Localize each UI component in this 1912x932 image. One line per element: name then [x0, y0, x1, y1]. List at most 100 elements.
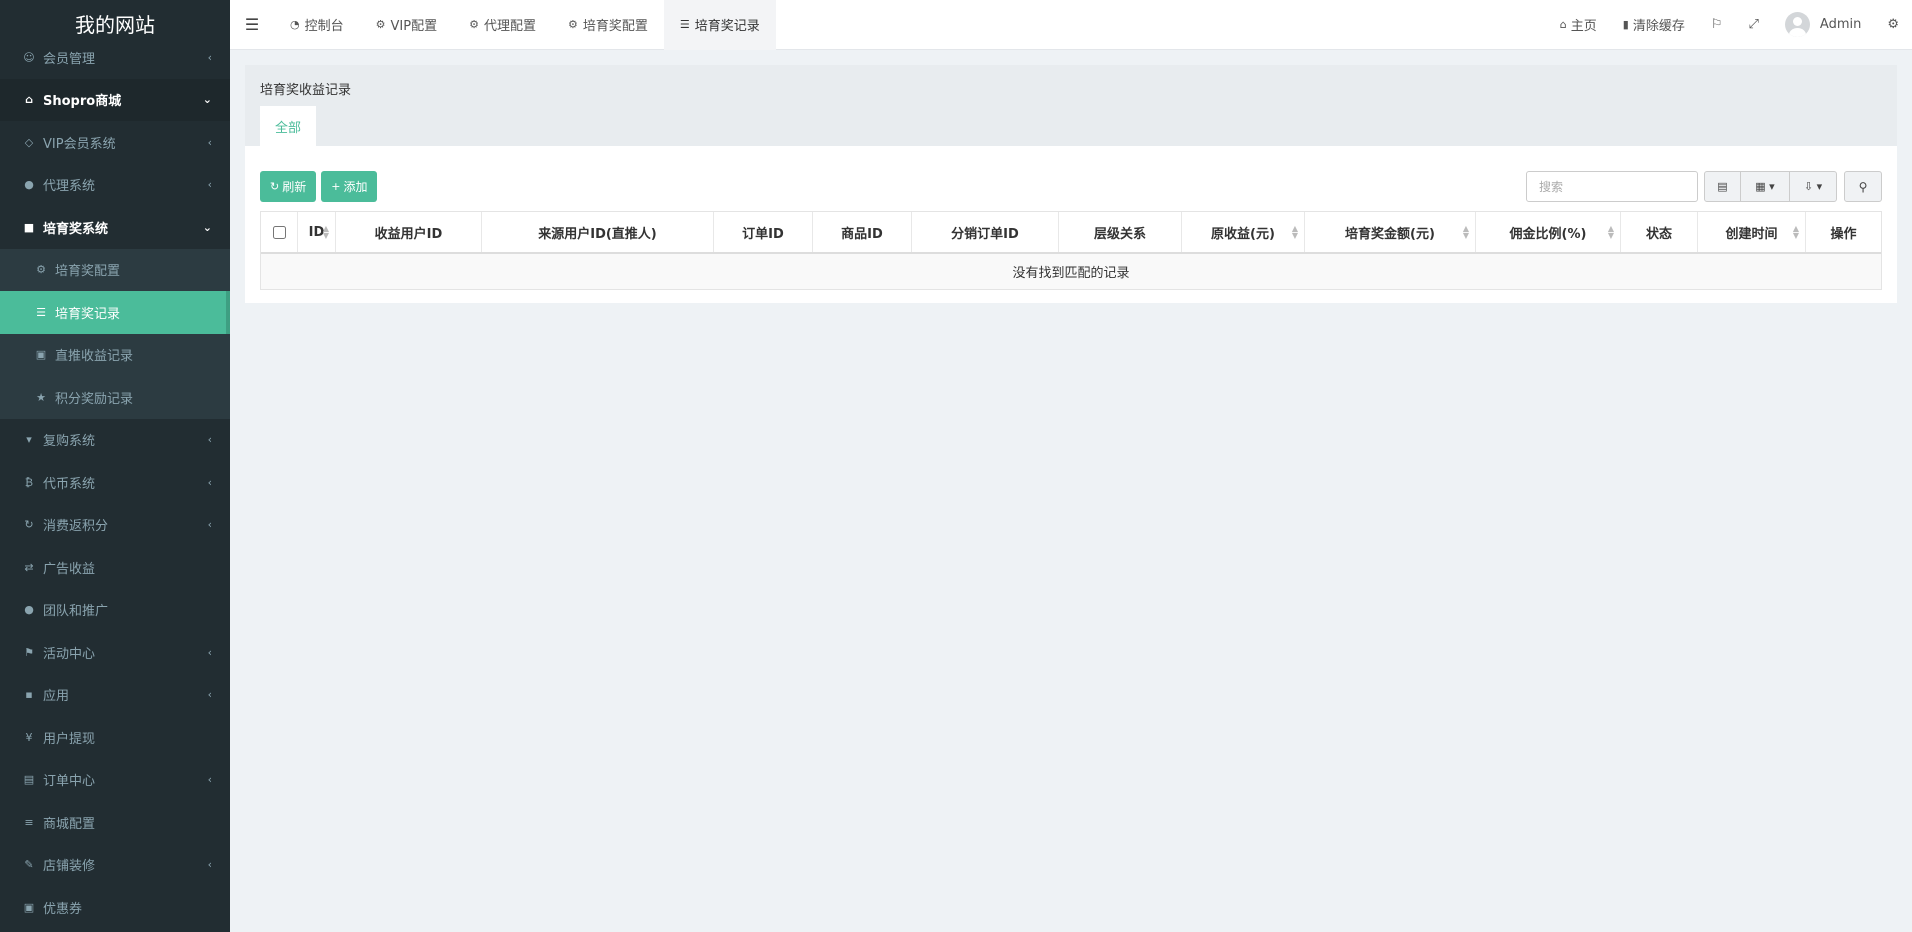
col-actions: 操作 [1830, 226, 1857, 242]
sidebar-item-coupons[interactable]: ▣ 优惠券 [0, 886, 230, 929]
sidebar-item-vip[interactable]: ◇ VIP会员系统 ‹ [0, 121, 230, 164]
col-id[interactable]: ID ▲ ▼ [298, 212, 336, 252]
sidebar: ☺ 会员管理 ‹ ⌂ Shopro商城 ⌄ ◇ VIP会员系统 ‹ ● 代理系统… [0, 0, 230, 932]
sidebar-item-activity[interactable]: ⚑ 活动中心 ‹ [0, 631, 230, 674]
add-button[interactable]: + 添加 [321, 171, 378, 202]
clear-cache-label: 清除缓存 [1632, 19, 1685, 34]
settings-icon[interactable]: ⚙ [1874, 17, 1912, 32]
sidebar-item-agent[interactable]: ● 代理系统 ‹ [0, 164, 230, 207]
sidebar-item-label: 活动中心 [43, 646, 96, 662]
sidebar-item-label: 会员管理 [43, 51, 96, 67]
sort-icon: ▲ ▼ [1792, 224, 1799, 240]
tab-vip-config[interactable]: ⚙ VIP配置 [360, 0, 453, 50]
menu-toggle-icon[interactable]: ☰ [230, 15, 274, 34]
home-link[interactable]: ⌂ 主页 [1547, 15, 1610, 34]
file-icon: ▤ [23, 773, 35, 787]
sidebar-item-label: VIP会员系统 [43, 136, 116, 152]
chevron-down-icon: ⌄ [202, 93, 212, 107]
user-menu[interactable]: Admin [1772, 12, 1874, 37]
chevron-left-icon: ‹ [207, 178, 212, 192]
sidebar-item-decoration[interactable]: ✎ 店铺装修 ‹ [0, 844, 230, 887]
col-nurture-amount[interactable]: 培育奖金额(元) ▲ ▼ [1305, 212, 1476, 252]
col-order-id: 订单ID [714, 212, 813, 252]
gear-icon: ⚙ [375, 18, 386, 31]
sidebar-item-label: 积分奖励记录 [55, 391, 134, 407]
sidebar-item-label: 培育奖系统 [43, 221, 109, 237]
tab-nurture-records[interactable]: ☰ 培育奖记录 [663, 0, 776, 50]
list-icon: ☰ [679, 18, 690, 31]
col-commission-rate[interactable]: 佣金比例(%) ▲ ▼ [1476, 212, 1621, 252]
sidebar-item-token[interactable]: ₿ 代币系统 ‹ [0, 461, 230, 504]
gear-icon: ⚙ [36, 263, 46, 277]
table-tools: ▤ ▦ ▾ ⇩ ▾ [1704, 171, 1837, 202]
sidebar-item-mall-config[interactable]: ≡ 商城配置 [0, 801, 230, 844]
sidebar-item-label: 复购系统 [43, 434, 96, 450]
sidebar-item-label: 用户提现 [43, 731, 96, 747]
refresh-button[interactable]: ↻ 刷新 [260, 171, 317, 202]
diamond-icon: ◇ [24, 135, 34, 149]
tab-agent-config[interactable]: ⚙ 代理配置 [453, 0, 552, 50]
columns-toggle-icon[interactable]: ▦ ▾ [1740, 171, 1790, 202]
home-icon: ⌂ [25, 93, 33, 107]
sidebar-item-team[interactable]: ● 团队和推广 [0, 589, 230, 632]
sort-icon: ▲ ▼ [322, 224, 329, 240]
sort-icon: ▲ ▼ [1607, 224, 1614, 240]
sidebar-item-direct-income[interactable]: ▣ 直推收益记录 [0, 333, 230, 376]
sidebar-item-nurture-config[interactable]: ⚙ 培育奖配置 [0, 248, 230, 291]
sidebar-item-nurture-system[interactable]: ■ 培育奖系统 ⌄ [0, 206, 230, 249]
toolbar: ↻ 刷新 + 添加 [260, 171, 382, 202]
trash-icon: ▮ [1622, 18, 1629, 31]
search-input[interactable] [1526, 171, 1698, 202]
sidebar-item-label: 订单中心 [43, 774, 96, 790]
chevron-left-icon: ‹ [207, 135, 212, 149]
sidebar-item-cashback-points[interactable]: ↻ 消费返积分 ‹ [0, 504, 230, 547]
tab-label: 培育奖配置 [582, 19, 648, 34]
flag-icon: ⚑ [24, 645, 34, 659]
gear-icon: ⚙ [469, 18, 479, 31]
col-original-income[interactable]: 原收益(元) ▲ ▼ [1182, 212, 1305, 252]
sidebar-item-apps[interactable]: ▪ 应用 ‹ [0, 674, 230, 717]
tab-label: VIP配置 [390, 19, 438, 34]
sidebar-item-label: 团队和推广 [43, 604, 109, 620]
navbar-right: ⌂ 主页 ▮ 清除缓存 ⚐ ⤢ Admin ⚙ [1547, 0, 1912, 50]
yen-icon: ¥ [25, 730, 33, 744]
col-product-id: 商品ID [813, 212, 912, 252]
sliders-icon: ≡ [24, 815, 34, 829]
fullscreen-icon[interactable]: ⤢ [1736, 17, 1772, 32]
tab-label: 代理配置 [483, 19, 536, 34]
refresh-label: 刷新 [282, 180, 307, 194]
col-source-user-id: 来源用户ID(直推人) [482, 212, 714, 252]
sidebar-item-orders[interactable]: ▤ 订单中心 ‹ [0, 759, 230, 802]
brand-logo[interactable]: 我的网站 [0, 0, 230, 50]
sidebar-item-points-reward[interactable]: ★ 积分奖励记录 [0, 376, 230, 419]
export-icon[interactable]: ⇩ ▾ [1789, 171, 1837, 202]
search-button-icon[interactable]: ⚲ [1844, 171, 1882, 202]
card-view-icon[interactable]: ▤ [1704, 171, 1741, 202]
avatar [1784, 12, 1810, 37]
chevron-left-icon: ‹ [207, 645, 212, 659]
sidebar-item-ad-income[interactable]: ⇄ 广告收益 [0, 546, 230, 589]
tab-nurture-config[interactable]: ⚙ 培育奖配置 [552, 0, 664, 50]
sidebar-item-label: 广告收益 [43, 561, 96, 577]
sidebar-item-label: 应用 [43, 689, 70, 705]
tab-dashboard[interactable]: ◔ 控制台 [274, 0, 360, 50]
sort-icon: ▲ ▼ [1291, 224, 1298, 240]
sidebar-item-repurchase[interactable]: ▾ 复购系统 ‹ [0, 419, 230, 462]
clear-cache-button[interactable]: ▮ 清除缓存 [1610, 15, 1698, 34]
col-created-at[interactable]: 创建时间 ▲ ▼ [1698, 212, 1806, 252]
sidebar-item-shopro[interactable]: ⌂ Shopro商城 ⌄ [0, 78, 230, 121]
tab-label: 培育奖记录 [694, 19, 760, 34]
sidebar-item-nurture-records[interactable]: ☰ 培育奖记录 [0, 291, 230, 334]
chevron-left-icon: ‹ [207, 50, 212, 64]
chevron-left-icon: ‹ [207, 773, 212, 787]
sidebar-item-withdraw[interactable]: ¥ 用户提现 [0, 716, 230, 759]
select-all-checkbox[interactable] [272, 225, 286, 239]
empty-row: 没有找到匹配的记录 [261, 254, 1881, 289]
sidebar-item-label: Shopro商城 [43, 94, 122, 110]
sort-icon: ▲ ▼ [1462, 224, 1469, 240]
language-icon[interactable]: ⚐ [1698, 17, 1736, 32]
home-label: 主页 [1570, 19, 1597, 34]
panel-header: 培育奖收益记录 全部 [245, 65, 1897, 146]
tab-all[interactable]: 全部 [260, 106, 316, 146]
tab-label: 控制台 [304, 19, 344, 34]
